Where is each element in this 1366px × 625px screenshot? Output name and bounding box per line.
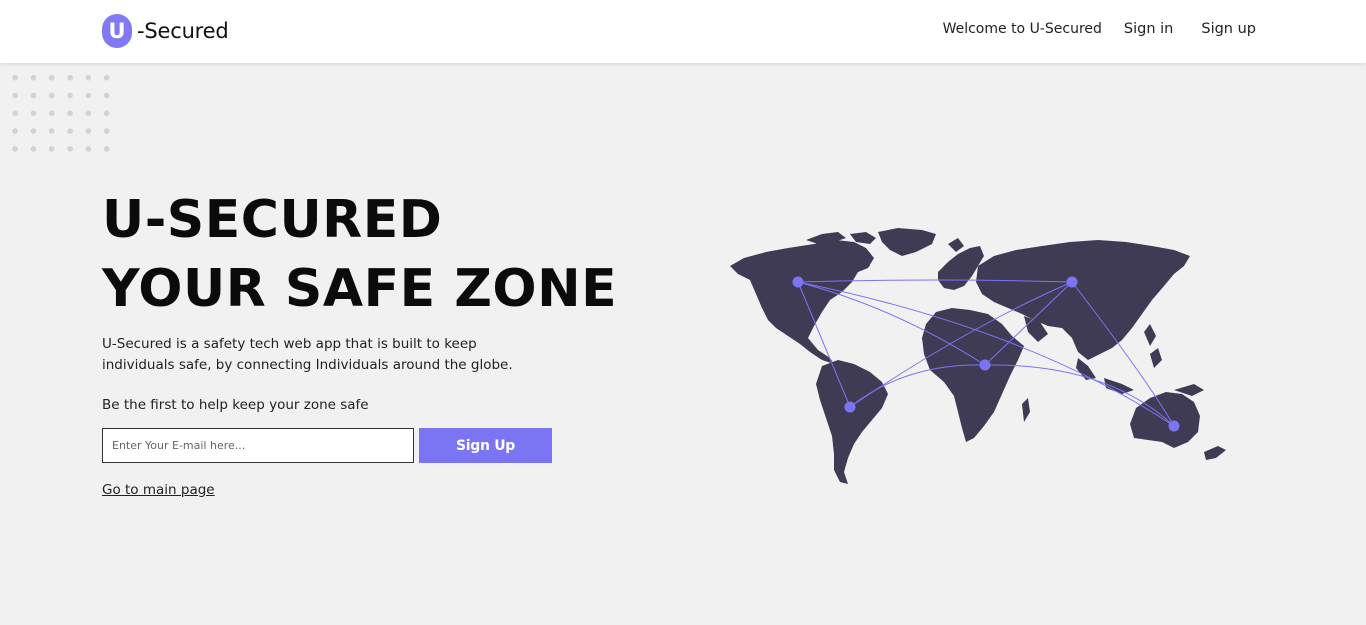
node-africa [979, 359, 991, 371]
signup-button[interactable]: Sign Up [419, 428, 552, 463]
node-south-america [844, 401, 856, 413]
nav-links: Welcome to U-Secured Sign in Sign up [943, 21, 1256, 37]
go-to-main-page-link[interactable]: Go to main page [102, 482, 215, 498]
hero-title-line-1: U-SECURED [102, 190, 443, 250]
node-australia [1168, 420, 1180, 432]
email-input[interactable] [102, 428, 414, 463]
cta-text: Be the first to help keep your zone safe [102, 397, 369, 413]
decorative-dot-grid [6, 60, 112, 158]
hero-description: U-Secured is a safety tech web app that … [102, 336, 513, 373]
nav-signup-link[interactable]: Sign up [1201, 21, 1256, 37]
world-map-land [730, 228, 1226, 484]
brand-name: -Secured [137, 19, 229, 43]
hero-title-line-2: YOUR SAFE ZONE [102, 259, 618, 319]
node-asia [1066, 276, 1078, 288]
node-north-america [792, 276, 804, 288]
nav-welcome-link[interactable]: Welcome to U-Secured [943, 21, 1102, 37]
nav-signin-link[interactable]: Sign in [1124, 21, 1173, 37]
hero-title: U-SECURED YOUR SAFE ZONE [102, 186, 662, 324]
world-map-network-icon [730, 228, 1226, 484]
brand-logo[interactable]: U -Secured [102, 14, 229, 48]
top-navbar: U -Secured Welcome to U-Secured Sign in … [0, 0, 1366, 63]
logo-badge-icon: U [102, 14, 132, 48]
